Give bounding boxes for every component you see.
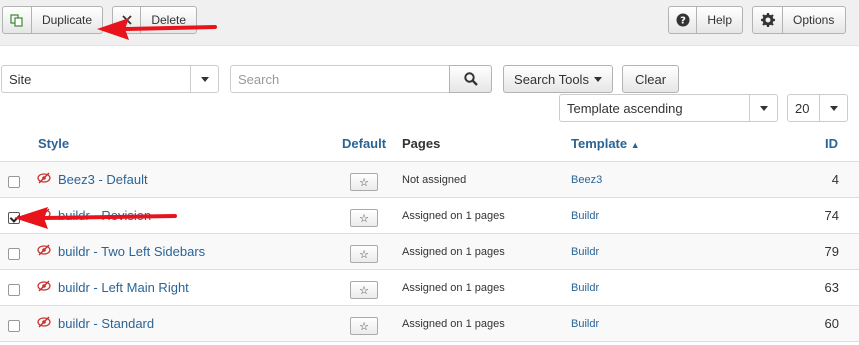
help-icon: ? bbox=[669, 7, 698, 33]
star-icon: ☆ bbox=[359, 212, 369, 225]
chevron-down-icon bbox=[190, 66, 218, 92]
id-cell: 74 bbox=[824, 208, 839, 223]
svg-text:?: ? bbox=[680, 16, 686, 27]
row-checkbox[interactable] bbox=[8, 248, 20, 260]
template-link[interactable]: Buildr bbox=[571, 282, 599, 294]
table-header: Style Default Pages Template ▲ ID bbox=[0, 126, 859, 162]
clear-label: Clear bbox=[634, 71, 667, 87]
ordering-select-value: Template ascending bbox=[567, 100, 683, 116]
set-default-star-button[interactable]: ☆ bbox=[350, 317, 378, 335]
pages-cell: Assigned on 1 pages bbox=[402, 318, 505, 330]
column-header-style[interactable]: Style bbox=[38, 136, 69, 151]
eye-slash-icon bbox=[37, 244, 51, 256]
table-row: buildr - Standard ☆ Assigned on 1 pages … bbox=[0, 306, 859, 342]
annotation-arrow-checkbox bbox=[14, 207, 177, 229]
style-link[interactable]: buildr - Two Left Sidebars bbox=[58, 244, 205, 259]
pages-cell: Assigned on 1 pages bbox=[402, 210, 505, 222]
column-header-template[interactable]: Template ▲ bbox=[571, 136, 640, 151]
search-input[interactable] bbox=[230, 65, 450, 93]
template-link[interactable]: Beez3 bbox=[571, 174, 602, 186]
limit-select[interactable]: 20 bbox=[787, 94, 848, 122]
star-icon: ☆ bbox=[359, 320, 369, 333]
star-icon: ☆ bbox=[359, 248, 369, 261]
search-tools-button[interactable]: Search Tools bbox=[503, 65, 613, 93]
row-checkbox[interactable] bbox=[8, 320, 20, 332]
caret-down-icon bbox=[593, 76, 602, 82]
help-button[interactable]: ? Help bbox=[668, 6, 743, 34]
id-cell: 4 bbox=[831, 172, 839, 187]
pages-cell: Not assigned bbox=[402, 174, 467, 186]
row-checkbox[interactable] bbox=[8, 176, 20, 188]
gear-icon bbox=[753, 7, 783, 33]
eye-slash-icon bbox=[37, 280, 51, 292]
style-link[interactable]: buildr - Standard bbox=[58, 316, 154, 331]
duplicate-button[interactable]: Duplicate bbox=[2, 6, 103, 34]
table-row: buildr - Two Left Sidebars ☆ Assigned on… bbox=[0, 234, 859, 270]
site-select[interactable]: Site bbox=[1, 65, 219, 93]
options-button[interactable]: Options bbox=[752, 6, 846, 34]
id-cell: 79 bbox=[824, 244, 839, 259]
duplicate-label: Duplicate bbox=[41, 13, 92, 27]
clear-button[interactable]: Clear bbox=[622, 65, 679, 93]
set-default-star-button[interactable]: ☆ bbox=[350, 209, 378, 227]
annotation-arrow-duplicate bbox=[97, 18, 217, 40]
pages-cell: Assigned on 1 pages bbox=[402, 282, 505, 294]
template-link[interactable]: Buildr bbox=[571, 318, 599, 330]
set-default-star-button[interactable]: ☆ bbox=[350, 281, 378, 299]
id-cell: 63 bbox=[824, 280, 839, 295]
copy-icon bbox=[3, 7, 32, 33]
site-select-value: Site bbox=[9, 71, 32, 87]
eye-slash-icon bbox=[37, 316, 51, 328]
set-default-star-button[interactable]: ☆ bbox=[350, 173, 378, 191]
column-header-id[interactable]: ID bbox=[825, 136, 838, 151]
search-button[interactable] bbox=[449, 65, 492, 93]
sort-ascending-icon: ▲ bbox=[630, 140, 640, 150]
template-link[interactable]: Buildr bbox=[571, 246, 599, 258]
help-label: Help bbox=[707, 13, 732, 27]
style-link[interactable]: Beez3 - Default bbox=[58, 172, 148, 187]
chevron-down-icon bbox=[749, 95, 777, 121]
limit-select-value: 20 bbox=[795, 100, 810, 116]
options-label: Options bbox=[793, 13, 835, 27]
eye-slash-icon bbox=[37, 172, 51, 184]
style-link[interactable]: buildr - Left Main Right bbox=[58, 280, 189, 295]
search-tools-label: Search Tools bbox=[514, 71, 589, 87]
template-link[interactable]: Buildr bbox=[571, 210, 599, 222]
search-icon bbox=[463, 72, 478, 86]
column-header-pages: Pages bbox=[402, 136, 441, 151]
id-cell: 60 bbox=[824, 316, 839, 331]
set-default-star-button[interactable]: ☆ bbox=[350, 245, 378, 263]
pages-cell: Assigned on 1 pages bbox=[402, 246, 505, 258]
row-checkbox[interactable] bbox=[8, 284, 20, 296]
star-icon: ☆ bbox=[359, 284, 369, 297]
ordering-select[interactable]: Template ascending bbox=[559, 94, 778, 122]
star-icon: ☆ bbox=[359, 176, 369, 189]
chevron-down-icon bbox=[819, 95, 847, 121]
table-row: Beez3 - Default ☆ Not assigned Beez3 4 bbox=[0, 162, 859, 198]
column-header-default[interactable]: Default bbox=[342, 136, 386, 151]
table-row: buildr - Left Main Right ☆ Assigned on 1… bbox=[0, 270, 859, 306]
